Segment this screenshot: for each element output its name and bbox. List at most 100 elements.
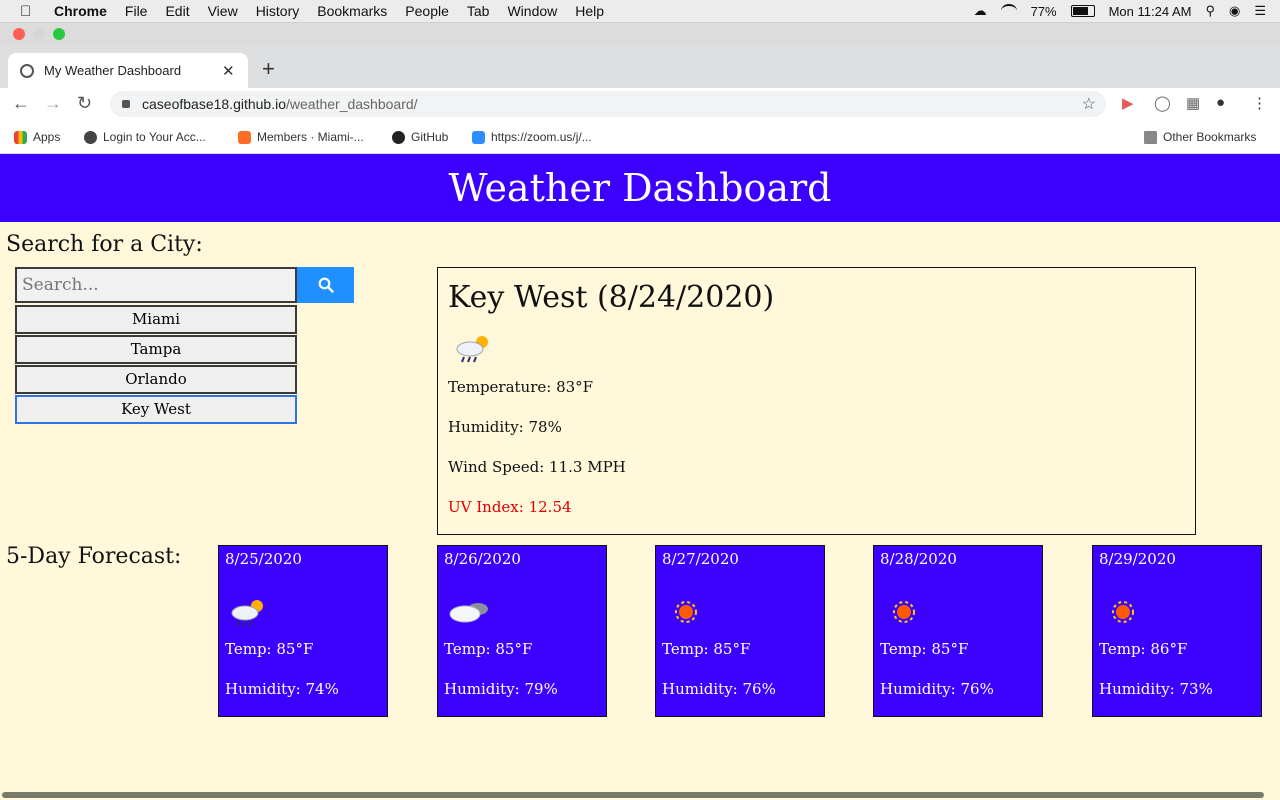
kebab-menu-icon[interactable]: ⋮ [1252,94,1267,112]
zoom-icon [472,130,485,144]
bookmark-label: Other Bookmarks [1163,130,1257,144]
creative-cloud-icon[interactable]: ☁ [974,3,987,19]
tab-title: My Weather Dashboard [44,63,182,78]
wifi-icon[interactable] [1000,4,1017,18]
current-weather-card: Key West (8/24/2020) Temperature: 83°F H… [437,267,1196,535]
bookmark-other[interactable]: Other Bookmarks [1144,130,1256,144]
bookmark-star-icon[interactable]: ☆ [1082,94,1096,114]
current-city-title: Key West (8/24/2020) [448,280,775,315]
url-path: /weather_dashboard/ [286,96,418,112]
forecast-date: 8/25/2020 [225,550,302,568]
menu-help[interactable]: Help [575,3,604,19]
forecast-temp: Temp: 86°F [1099,640,1188,658]
battery-icon[interactable] [1070,5,1095,17]
menu-window[interactable]: Window [507,3,557,19]
current-temperature: Temperature: 83°F [448,378,594,396]
browser-tab[interactable]: My Weather Dashboard ✕ [8,53,248,88]
forecast-humidity: Humidity: 73% [1099,680,1213,698]
bookmark-label: GitHub [411,130,449,144]
search-button[interactable] [297,267,354,303]
menu-bookmarks[interactable]: Bookmarks [317,3,387,19]
forecast-card: 8/25/2020 Temp: 85°F Humidity: 74% [218,545,388,717]
menu-tab[interactable]: Tab [467,3,490,19]
window-close-button[interactable] [13,28,25,40]
extension-icon[interactable]: ◯ [1154,94,1171,112]
forecast-card: 8/27/2020 Temp: 85°F Humidity: 76% [655,545,825,717]
menu-people[interactable]: People [405,3,449,19]
cloud-icon [449,603,488,623]
city-button-orlando[interactable]: Orlando [15,365,297,394]
apps-grid-icon [14,130,27,144]
bookmark-label: Apps [33,130,61,144]
menubar-clock[interactable]: Mon 11:24 AM [1109,4,1192,19]
folder-icon [1144,130,1157,144]
search-icon [318,277,334,293]
forecast-humidity: Humidity: 76% [880,680,994,698]
rain-sun-icon [456,336,488,363]
status-area: ☁ 77% Mon 11:24 AM ⚲ ◉ ☰ [974,0,1266,22]
forecast-humidity: Humidity: 79% [444,680,558,698]
sun-icon [1112,601,1134,623]
puzzle-extensions-icon[interactable]: ▦ [1186,94,1200,112]
bookmark-login[interactable]: Login to Your Acc... [84,130,206,144]
forecast-humidity: Humidity: 76% [662,680,776,698]
forecast-temp: Temp: 85°F [662,640,751,658]
city-button-key-west[interactable]: Key West [15,395,297,424]
menu-file[interactable]: File [125,3,148,19]
bookmark-label: Members · Miami-... [257,130,364,144]
battery-percent: 77% [1030,3,1057,19]
forecast-date: 8/27/2020 [662,550,739,568]
menu-view[interactable]: View [208,3,238,19]
profile-avatar-icon[interactable]: ● [1216,94,1225,111]
globe-icon [84,130,97,144]
url-host: caseofbase18.github.io [142,96,286,112]
current-wind-speed: Wind Speed: 11.3 MPH [448,458,626,476]
forecast-temp: Temp: 85°F [880,640,969,658]
forecast-card: 8/29/2020 Temp: 86°F Humidity: 73% [1092,545,1262,717]
bookmark-apps[interactable]: Apps [14,130,60,144]
sun-icon [675,601,697,623]
tab-close-icon[interactable]: ✕ [222,62,238,80]
menu-app-chrome[interactable]: Chrome [54,3,107,19]
spotlight-search-icon[interactable]: ⚲ [1205,3,1215,19]
reload-icon[interactable]: ↻ [77,93,92,114]
forecast-humidity: Humidity: 74% [225,680,339,698]
window-zoom-button[interactable] [53,28,65,40]
city-button-tampa[interactable]: Tampa [15,335,297,364]
forecast-card: 8/26/2020 Temp: 85°F Humidity: 79% [437,545,607,717]
bookmark-github[interactable]: GitHub [392,130,448,144]
forecast-date: 8/28/2020 [880,550,957,568]
window-minimize-button[interactable] [33,28,45,40]
menu-edit[interactable]: Edit [165,3,189,19]
window-titlebar [0,23,1280,45]
city-button-miami[interactable]: Miami [15,305,297,334]
lock-icon[interactable] [122,100,130,108]
sun-icon [893,601,915,623]
current-humidity: Humidity: 78% [448,418,562,436]
page-content: Weather Dashboard Search for a City: Mia… [0,154,1280,800]
github-icon [392,130,405,144]
forecast-date: 8/26/2020 [444,550,521,568]
forecast-temp: Temp: 85°F [225,640,314,658]
bookmark-members[interactable]: Members · Miami-... [238,130,364,144]
apple-icon[interactable]:  [20,3,36,20]
forward-arrow-icon[interactable]: → [44,93,62,114]
search-heading: Search for a City: [6,232,203,257]
bookmark-zoom[interactable]: https://zoom.us/j/... [472,130,592,144]
globe-icon [20,63,34,78]
macos-menubar:  Chrome File Edit View History Bookmark… [0,0,1280,23]
bookmark-label: Login to Your Acc... [103,130,206,144]
address-bar[interactable]: caseofbase18.github.io /weather_dashboar… [110,91,1106,117]
current-uv-index: UV Index: 12.54 [448,498,572,516]
siri-icon[interactable]: ◉ [1229,3,1240,19]
search-input[interactable] [15,267,297,303]
forecast-card: 8/28/2020 Temp: 85°F Humidity: 76% [873,545,1043,717]
menu-history[interactable]: History [256,3,300,19]
back-arrow-icon[interactable]: ← [12,93,30,114]
notification-center-icon[interactable]: ☰ [1254,3,1266,19]
new-tab-button[interactable]: + [262,56,275,82]
header-banner: Weather Dashboard [0,154,1280,222]
forecast-heading: 5-Day Forecast: [6,544,182,569]
extension-icon[interactable]: ▶ [1122,94,1134,112]
horizontal-scrollbar[interactable] [2,792,1264,798]
